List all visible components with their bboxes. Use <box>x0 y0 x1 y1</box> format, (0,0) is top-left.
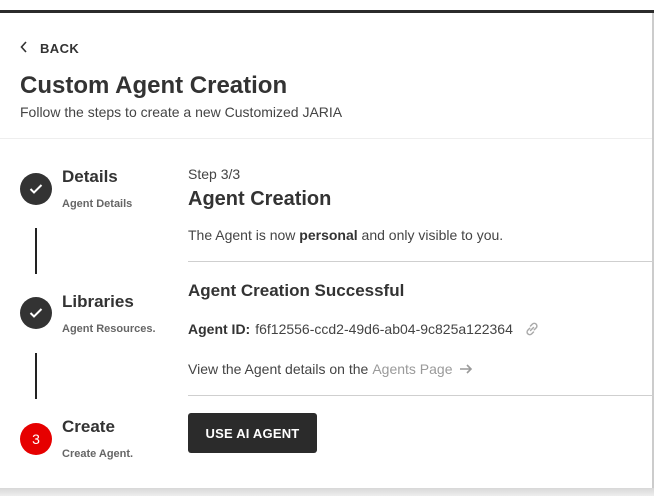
copy-link-icon[interactable] <box>523 320 541 338</box>
agent-id-value: f6f12556-ccd2-49d6-ab04-9c825a122364 <box>255 321 513 337</box>
back-button[interactable]: BACK <box>20 40 79 56</box>
agent-id-row: Agent ID: f6f12556-ccd2-49d6-ab04-9c825a… <box>188 320 541 338</box>
step-details-subtitle: Agent Details <box>62 198 133 210</box>
step-details-check <box>20 173 52 205</box>
step-libraries-title: Libraries <box>62 292 134 311</box>
page-subtitle: Follow the steps to create a new Customi… <box>20 104 343 120</box>
step-details-title: Details <box>62 167 118 186</box>
agents-page-link-label: Agents Page <box>372 361 453 377</box>
view-details-row: View the Agent details on the Agents Pag… <box>188 361 473 377</box>
visibility-text: The Agent is now personal and only visib… <box>188 227 503 243</box>
use-ai-agent-button[interactable]: USE AI AGENT <box>188 413 317 453</box>
content-title: Agent Creation <box>188 188 332 210</box>
step-create-title: Create <box>62 417 115 436</box>
step-create-subtitle: Create Agent. <box>62 448 134 460</box>
page-title: Custom Agent Creation <box>20 72 288 99</box>
step-create-number: 3 <box>20 423 52 455</box>
header-divider <box>0 138 652 139</box>
step-count: Step 3/3 <box>188 166 241 182</box>
back-label: BACK <box>40 40 80 56</box>
step-libraries-check <box>20 297 52 329</box>
top-border <box>0 10 654 13</box>
arrow-right-icon <box>459 363 473 375</box>
step-connector <box>35 228 37 274</box>
agent-id-label: Agent ID: <box>188 321 251 337</box>
chevron-left-icon <box>20 40 28 56</box>
content-divider-bottom <box>188 395 654 396</box>
visibility-prefix: The Agent is now <box>188 227 300 243</box>
step-libraries-subtitle: Agent Resources. <box>62 323 156 335</box>
agents-page-link[interactable]: Agents Page <box>372 361 472 377</box>
check-icon <box>29 184 43 194</box>
success-title: Agent Creation Successful <box>188 281 405 300</box>
content-divider <box>188 261 654 262</box>
visibility-bold: personal <box>299 227 358 243</box>
bottom-border <box>0 488 654 496</box>
step-connector <box>35 353 37 399</box>
visibility-suffix: and only visible to you. <box>357 227 504 243</box>
view-details-text: View the Agent details on the <box>188 361 369 377</box>
check-icon <box>29 308 43 318</box>
